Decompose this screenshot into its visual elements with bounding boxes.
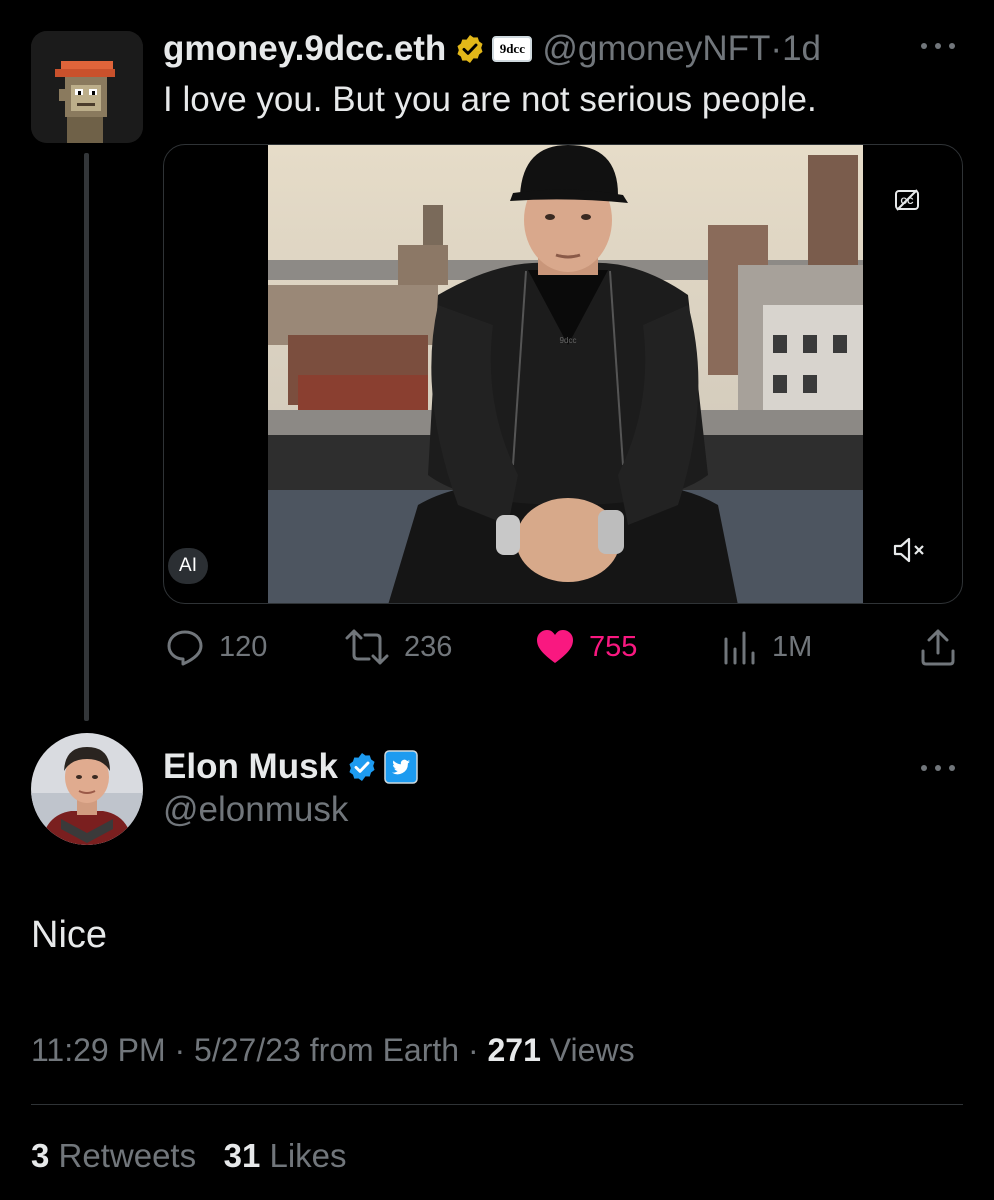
views-chart-icon	[724, 631, 755, 665]
tweet-video[interactable]: 9dcc AI CC	[163, 144, 963, 604]
views-label: Views	[549, 1032, 635, 1068]
more-options-icon[interactable]	[918, 36, 958, 56]
tweet-text: Nice	[31, 914, 108, 956]
engagement-stats: 3 Retweets 31 Likes	[31, 1137, 347, 1175]
shirt-logo: 9dcc	[560, 336, 577, 345]
ai-label-badge[interactable]: AI	[168, 548, 208, 584]
display-name[interactable]: gmoney.9dcc.eth	[163, 29, 446, 69]
blue-verified-badge-icon[interactable]	[346, 751, 378, 783]
views-count: 1M	[772, 630, 813, 663]
retweet-button[interactable]: 236	[344, 625, 452, 669]
separator-dot: ·	[770, 29, 783, 68]
affiliation-badge-9dcc[interactable]: 9dcc	[492, 36, 533, 62]
like-button[interactable]: 755	[535, 625, 637, 669]
reply-count: 120	[219, 630, 268, 663]
tweet-age[interactable]: 1d	[782, 29, 821, 69]
quoted-tweet-text: I love you. But you are not serious peop…	[163, 80, 817, 119]
pixel-ape-avatar	[31, 31, 143, 143]
author-name-row: Elon Musk	[163, 745, 418, 789]
tweet-date[interactable]: 5/27/23	[194, 1032, 301, 1068]
views-button[interactable]: 1M	[722, 625, 812, 669]
handle[interactable]: @gmoneyNFT	[542, 29, 770, 69]
separator-dot: ·	[459, 1032, 488, 1068]
retweets-label: Retweets	[58, 1137, 197, 1174]
likes-stat[interactable]: 31 Likes	[224, 1137, 347, 1174]
closed-captions-icon[interactable]: CC	[894, 187, 920, 213]
like-count: 755	[589, 630, 638, 663]
retweets-count: 3	[31, 1137, 50, 1174]
handle[interactable]: @elonmusk	[163, 790, 348, 830]
tweet-source: from Earth	[309, 1032, 460, 1068]
retweets-stat[interactable]: 3 Retweets	[31, 1137, 196, 1174]
more-options-icon[interactable]	[918, 758, 958, 778]
reply-button[interactable]: 120	[165, 625, 267, 669]
profile-photo	[31, 733, 143, 845]
quoted-tweet-header: gmoney.9dcc.eth 9dcc @gmoneyNFT · 1d	[163, 28, 821, 70]
mute-icon[interactable]	[892, 535, 926, 565]
video-still-image: 9dcc	[268, 145, 863, 603]
separator-dot: ·	[165, 1032, 195, 1068]
video-frame: 9dcc	[268, 145, 863, 603]
heart-filled-icon	[537, 630, 573, 663]
views-count: 271	[487, 1032, 541, 1068]
avatar-elon[interactable]	[31, 733, 143, 845]
reply-icon	[167, 630, 203, 666]
share-button[interactable]	[918, 625, 972, 669]
divider	[31, 1104, 963, 1105]
twitter-affiliation-badge-icon[interactable]	[384, 750, 418, 784]
thread-connector-line	[84, 153, 89, 721]
tweet-time[interactable]: 11:29 PM	[31, 1032, 166, 1068]
retweet-icon	[345, 629, 389, 665]
likes-count: 31	[223, 1137, 261, 1174]
likes-label: Likes	[269, 1137, 347, 1174]
share-icon	[921, 629, 955, 666]
avatar-gmoney[interactable]	[31, 31, 143, 143]
gold-verified-badge-icon[interactable]	[454, 33, 486, 65]
retweet-count: 236	[404, 630, 453, 663]
tweet-metadata: 11:29 PM · 5/27/23 from Earth · 271 View…	[31, 1032, 635, 1069]
display-name[interactable]: Elon Musk	[163, 747, 338, 787]
